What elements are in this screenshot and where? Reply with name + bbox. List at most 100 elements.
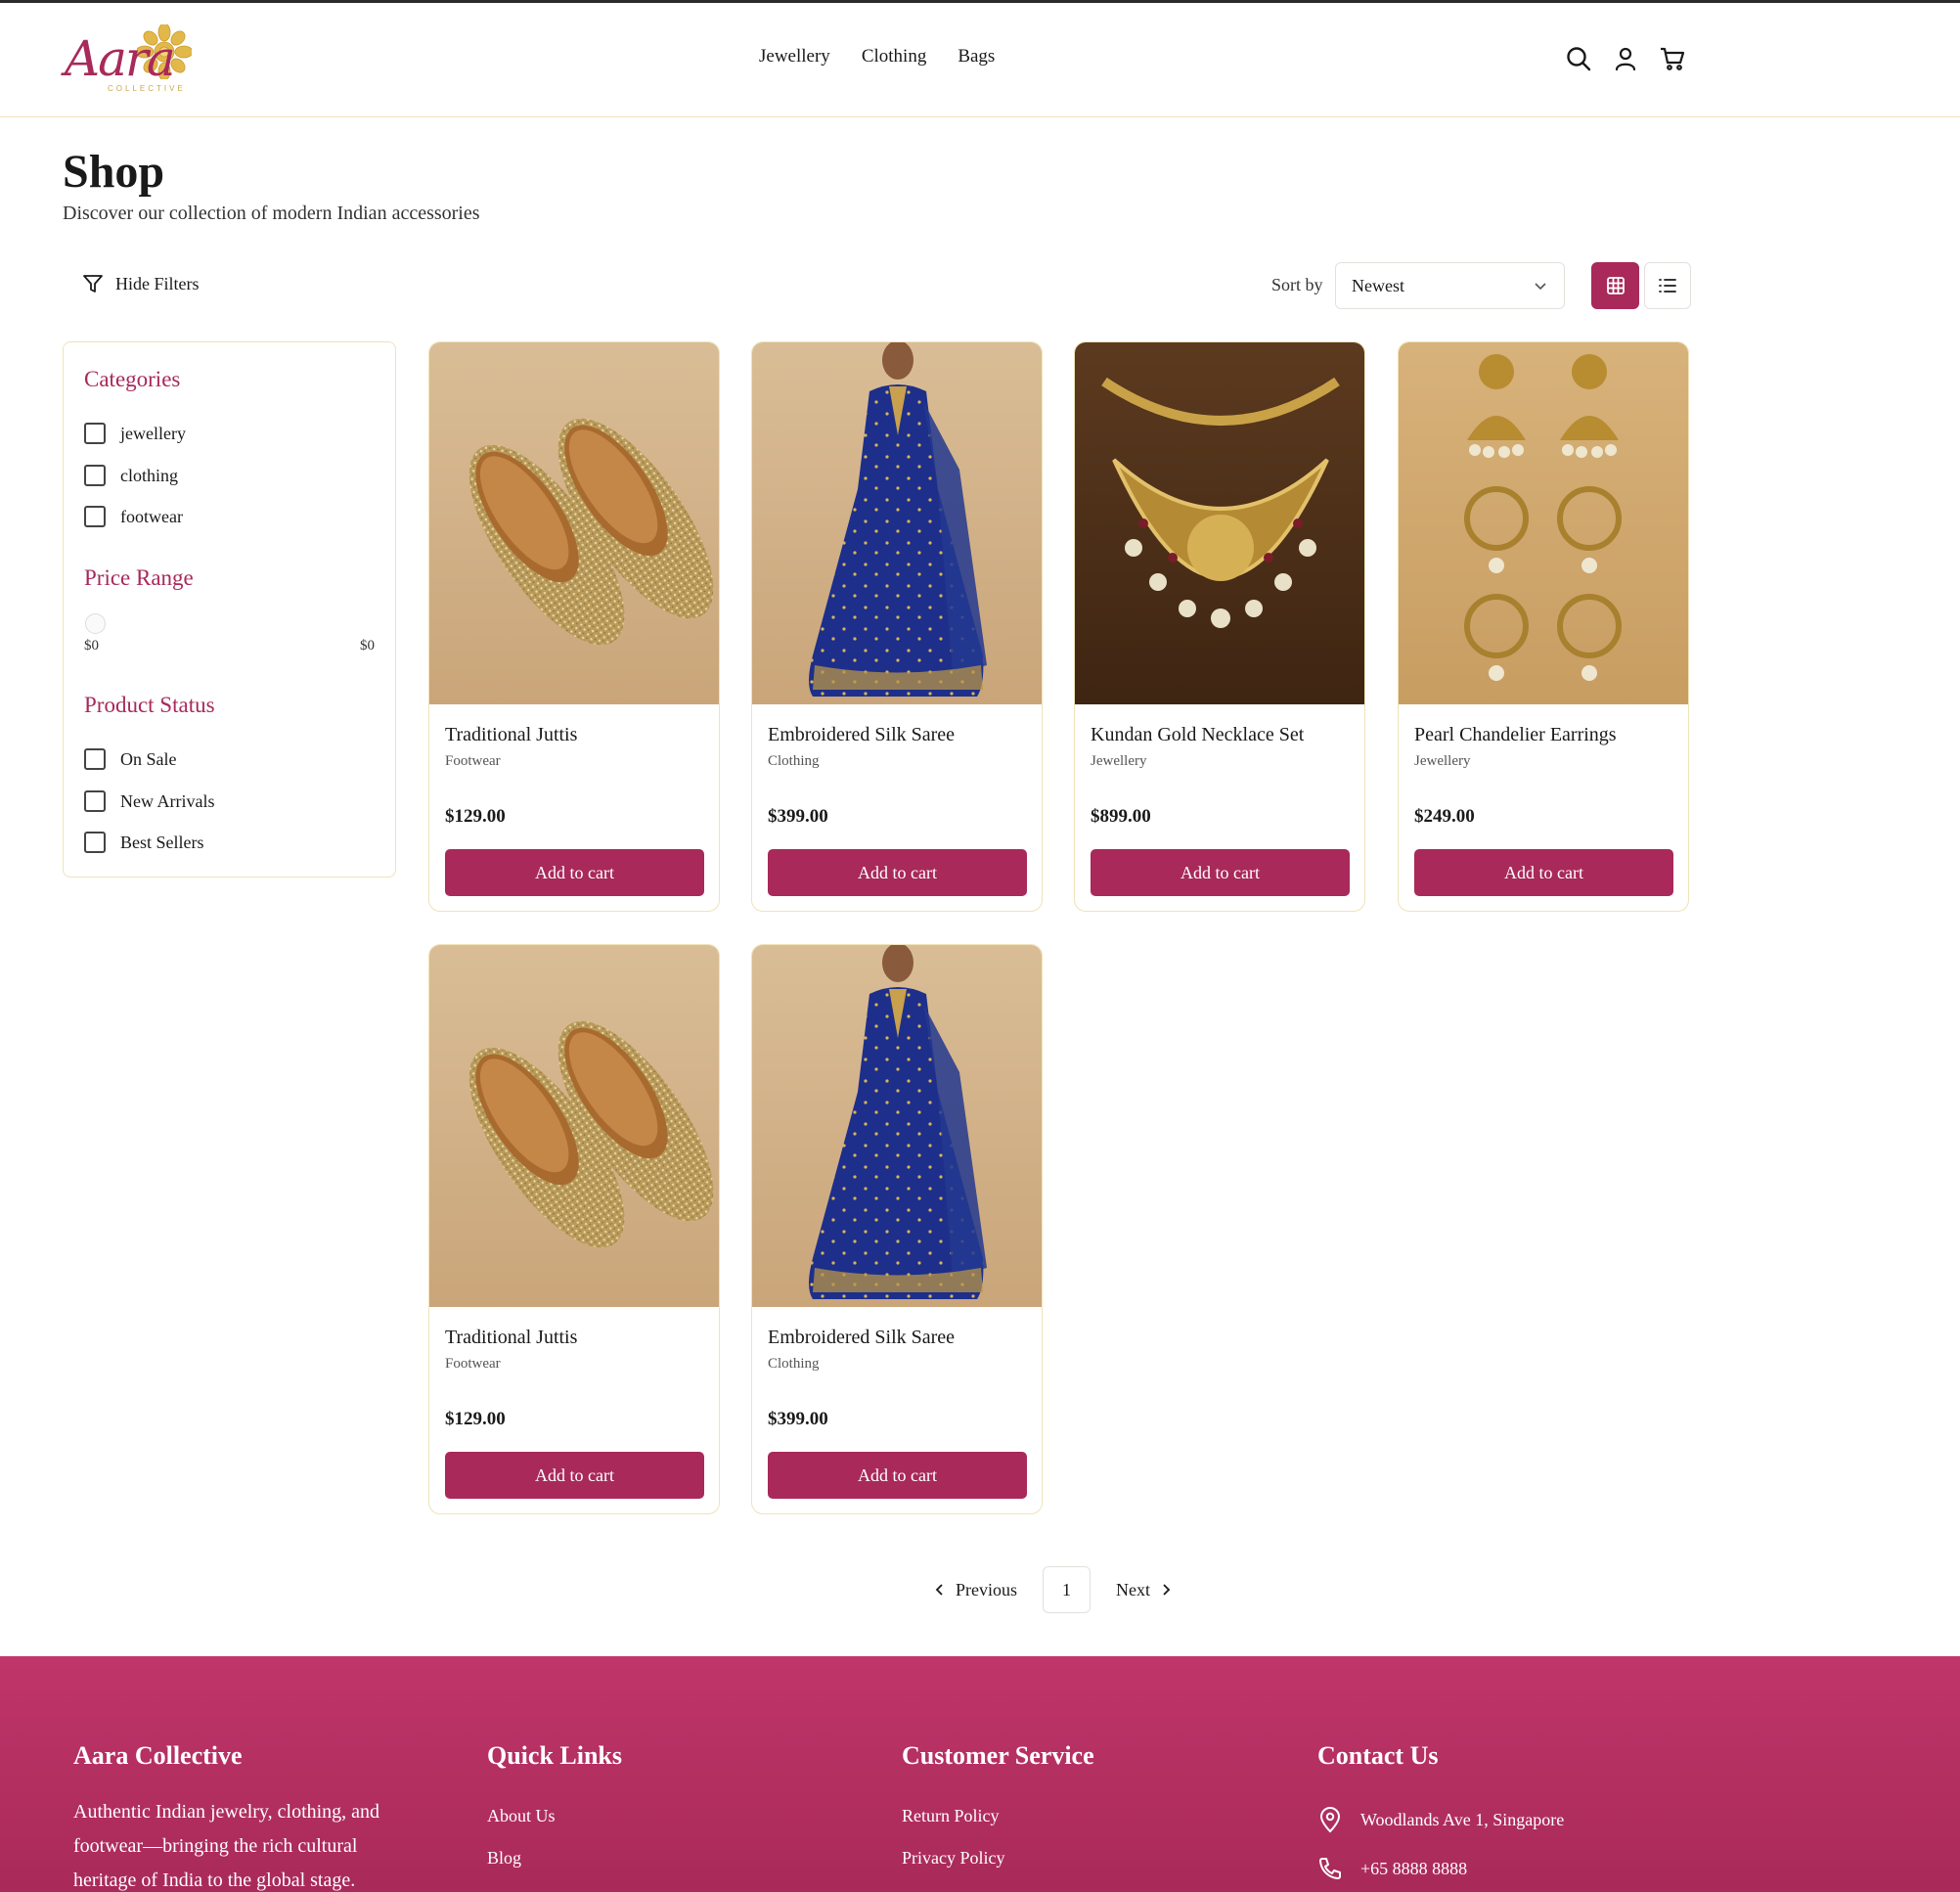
product-image-juttis[interactable] [429, 342, 719, 704]
page-title: Shop [63, 146, 165, 198]
filter-on-sale[interactable]: On Sale [84, 748, 177, 770]
checkbox[interactable] [84, 506, 106, 527]
add-to-cart-button[interactable]: Add to cart [445, 1452, 704, 1499]
filter-panel: Categories jewellery clothing footwear P… [63, 341, 396, 878]
product-card[interactable]: Embroidered Silk Saree Clothing $399.00 … [751, 341, 1043, 912]
grid-icon [1606, 277, 1625, 294]
product-category: Jewellery [1091, 753, 1147, 769]
previous-page-button[interactable]: Previous [934, 1580, 1017, 1600]
list-view-button[interactable] [1644, 262, 1691, 309]
main-nav: Jewellery Clothing Bags [759, 46, 995, 68]
page-number-button[interactable]: 1 [1043, 1566, 1091, 1613]
filter-label: clothing [120, 465, 178, 485]
filter-label: On Sale [120, 748, 177, 769]
hide-filters-label: Hide Filters [115, 273, 200, 293]
brand-logo[interactable]: Aara COLLECTIVE [61, 23, 192, 96]
footer-customer-service: Customer Service Return Policy Privacy P… [902, 1741, 1094, 1892]
product-name[interactable]: Embroidered Silk Saree [768, 724, 955, 746]
search-icon[interactable] [1566, 46, 1591, 71]
add-to-cart-button[interactable]: Add to cart [768, 849, 1027, 896]
filter-label: New Arrivals [120, 790, 215, 811]
site-header: Aara COLLECTIVE Jewellery Clothing Bags [0, 3, 1960, 117]
product-price: $129.00 [445, 806, 506, 827]
site-footer: Aara Collective Authentic Indian jewelry… [0, 1656, 1960, 1892]
next-page-button[interactable]: Next [1116, 1580, 1172, 1600]
hide-filters-button[interactable]: Hide Filters [82, 273, 200, 294]
price-range-slider-handle[interactable] [85, 613, 106, 634]
add-to-cart-button[interactable]: Add to cart [1091, 849, 1350, 896]
filter-new-arrivals[interactable]: New Arrivals [84, 790, 214, 812]
customer-service-heading: Customer Service [902, 1741, 1094, 1770]
product-name[interactable]: Kundan Gold Necklace Set [1091, 724, 1304, 746]
product-name[interactable]: Pearl Chandelier Earrings [1414, 724, 1617, 746]
product-image-earrings[interactable] [1399, 342, 1688, 704]
logo-wordmark: Aara [65, 30, 176, 87]
product-image-saree[interactable] [752, 945, 1042, 1307]
product-name[interactable]: Traditional Juttis [445, 724, 577, 746]
footer-contact: Contact Us Woodlands Ave 1, Singapore +6… [1317, 1741, 1564, 1892]
product-category: Jewellery [1414, 753, 1471, 769]
footer-link-contact[interactable]: Contact [487, 1879, 622, 1892]
product-name[interactable]: Traditional Juttis [445, 1327, 577, 1349]
filter-icon [83, 275, 103, 293]
checkbox[interactable] [84, 423, 106, 444]
product-price: $399.00 [768, 806, 828, 827]
filter-clothing[interactable]: clothing [84, 465, 178, 486]
add-to-cart-button[interactable]: Add to cart [445, 849, 704, 896]
add-to-cart-button[interactable]: Add to cart [768, 1452, 1027, 1499]
add-to-cart-button[interactable]: Add to cart [1414, 849, 1673, 896]
footer-link-blog[interactable]: Blog [487, 1837, 622, 1879]
next-label: Next [1116, 1579, 1150, 1599]
address-text: Woodlands Ave 1, Singapore [1360, 1809, 1565, 1829]
filter-label: footwear [120, 506, 183, 526]
contact-phone: +65 8888 8888 [1317, 1844, 1564, 1892]
product-image-necklace[interactable] [1075, 342, 1364, 704]
checkbox[interactable] [84, 790, 106, 812]
nav-bags[interactable]: Bags [958, 46, 995, 68]
product-image-saree[interactable] [752, 342, 1042, 704]
product-price: $129.00 [445, 1409, 506, 1429]
product-category: Clothing [768, 1356, 820, 1372]
product-price: $249.00 [1414, 806, 1475, 827]
contact-address: Woodlands Ave 1, Singapore [1317, 1795, 1564, 1844]
cart-icon[interactable] [1660, 46, 1685, 71]
product-card[interactable]: Pearl Chandelier Earrings Jewellery $249… [1398, 341, 1689, 912]
nav-jewellery[interactable]: Jewellery [759, 46, 830, 68]
product-category: Footwear [445, 1356, 501, 1372]
checkbox[interactable] [84, 465, 106, 486]
quick-links-heading: Quick Links [487, 1741, 623, 1770]
footer-link-privacy-policy[interactable]: Privacy Policy [902, 1837, 1094, 1879]
contact-heading: Contact Us [1317, 1741, 1439, 1770]
footer-link-terms[interactable]: Terms & Conditions [902, 1879, 1094, 1892]
phone-text[interactable]: +65 8888 8888 [1360, 1859, 1467, 1879]
product-image-juttis[interactable] [429, 945, 719, 1307]
price-range-heading: Price Range [84, 565, 194, 590]
filter-footwear[interactable]: footwear [84, 506, 183, 527]
previous-label: Previous [956, 1579, 1017, 1599]
nav-clothing[interactable]: Clothing [862, 46, 927, 68]
filter-label: Best Sellers [120, 832, 204, 852]
product-name[interactable]: Embroidered Silk Saree [768, 1327, 955, 1349]
footer-link-return-policy[interactable]: Return Policy [902, 1795, 1094, 1837]
filter-jewellery[interactable]: jewellery [84, 423, 186, 444]
categories-heading: Categories [84, 367, 181, 391]
footer-brand: Aara Collective Authentic Indian jewelry… [73, 1741, 416, 1892]
header-actions [1566, 46, 1685, 71]
footer-link-about[interactable]: About Us [487, 1795, 622, 1837]
grid-view-button[interactable] [1591, 262, 1639, 309]
sort-select[interactable]: Newest [1335, 262, 1565, 309]
filter-best-sellers[interactable]: Best Sellers [84, 832, 204, 853]
price-min: $0 [84, 638, 99, 653]
checkbox[interactable] [84, 748, 106, 770]
price-max: $0 [360, 638, 375, 653]
product-card[interactable]: Embroidered Silk Saree Clothing $399.00 … [751, 944, 1043, 1514]
product-card[interactable]: Kundan Gold Necklace Set Jewellery $899.… [1074, 341, 1365, 912]
checkbox[interactable] [84, 832, 106, 853]
product-card[interactable]: Traditional Juttis Footwear $129.00 Add … [428, 944, 720, 1514]
phone-icon [1319, 1858, 1341, 1879]
user-icon[interactable] [1613, 46, 1638, 71]
pagination: Previous 1 Next [934, 1566, 1172, 1613]
footer-brand-title: Aara Collective [73, 1741, 243, 1770]
product-card[interactable]: Traditional Juttis Footwear $129.00 Add … [428, 341, 720, 912]
product-price: $899.00 [1091, 806, 1151, 827]
